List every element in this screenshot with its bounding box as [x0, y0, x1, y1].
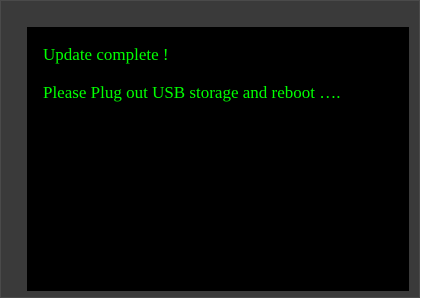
update-status-message: Update complete ! — [43, 45, 169, 64]
reboot-instruction-message: Please Plug out USB storage and reboot …… — [43, 83, 341, 103]
display-screen: Update complete ! Please Plug out USB st… — [27, 27, 409, 291]
device-bezel: Update complete ! Please Plug out USB st… — [0, 0, 420, 298]
